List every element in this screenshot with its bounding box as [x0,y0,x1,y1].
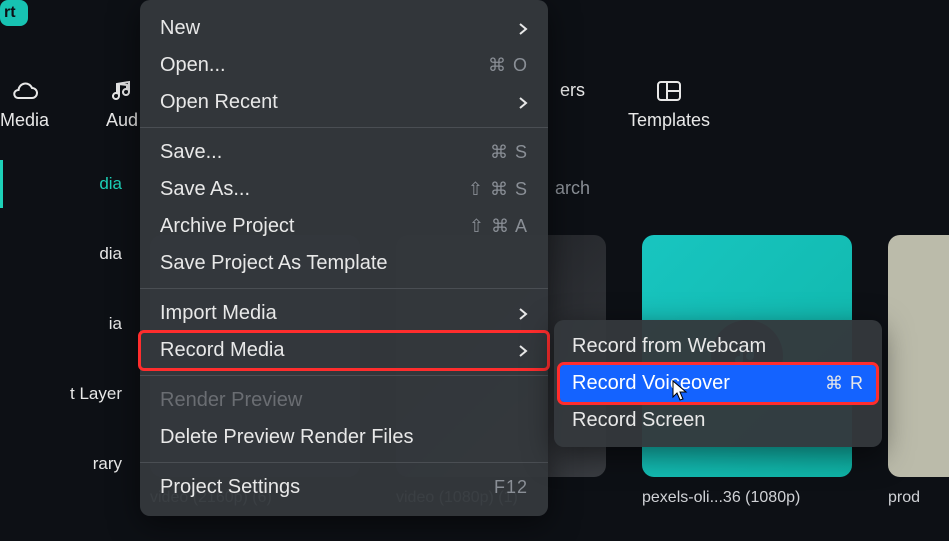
sidebar: dia dia ia t Layer rary [0,160,132,510]
music-note-icon [106,80,138,104]
menu-item-record-media[interactable]: Record Media [140,332,548,369]
menu-item-shortcut: ⌘ O [488,55,528,76]
menu-item-label: Render Preview [160,389,302,412]
menu-item-archive-project[interactable]: Archive Project ⇧ ⌘ A [140,208,548,245]
chevron-right-icon [518,22,528,36]
thumbnail-caption: prod [888,489,949,507]
menu-item-save-template[interactable]: Save Project As Template [140,245,548,282]
menu-item-delete-preview[interactable]: Delete Preview Render Files [140,419,548,456]
tab-stickers[interactable]: ers [560,80,585,101]
chevron-right-icon [518,96,528,110]
menu-item-render-preview: Render Preview [140,382,548,419]
tab-media[interactable]: Media [0,80,49,131]
menu-item-import-media[interactable]: Import Media [140,295,548,332]
menu-item-label: New [160,17,200,40]
menu-item-label: Delete Preview Render Files [160,426,413,449]
cursor-icon [672,380,690,407]
submenu-item-shortcut: ⌘ R [825,373,864,394]
sidebar-item-1[interactable]: dia [0,230,132,278]
submenu-item-label: Record from Webcam [572,335,766,358]
menu-separator [140,462,548,463]
sidebar-item-4[interactable]: rary [0,440,132,488]
media-thumb[interactable]: prod [888,235,949,507]
menu-item-shortcut: F12 [494,477,528,498]
menu-item-label: Record Media [160,339,285,362]
menu-item-label: Open... [160,54,226,77]
submenu-item-record-webcam[interactable]: Record from Webcam [554,328,882,365]
sidebar-item-2[interactable]: ia [0,300,132,348]
menu-item-label: Archive Project [160,215,295,238]
thumbnail-caption: pexels-oli...36 (1080p) [642,489,852,507]
cloud-icon [0,80,49,104]
menu-item-label: Save As... [160,178,250,201]
tab-audio[interactable]: Aud [106,80,138,131]
menu-item-shortcut: ⇧ ⌘ A [469,216,528,237]
chevron-right-icon [518,344,528,358]
menu-item-project-settings[interactable]: Project Settings F12 [140,469,548,506]
menu-item-open-recent[interactable]: Open Recent [140,84,548,121]
menu-separator [140,375,548,376]
menu-item-label: Save Project As Template [160,252,388,275]
sidebar-item-3[interactable]: t Layer [0,370,132,418]
menu-item-shortcut: ⇧ ⌘ S [468,179,528,200]
menu-item-save-as[interactable]: Save As... ⇧ ⌘ S [140,171,548,208]
export-button[interactable]: rt [0,0,28,26]
menu-item-label: Project Settings [160,476,300,499]
templates-icon [628,80,710,104]
menu-item-open[interactable]: Open... ⌘ O [140,47,548,84]
menu-separator [140,288,548,289]
tab-templates-label: Templates [628,110,710,131]
submenu-item-label: Record Voiceover [572,372,730,395]
menu-item-new[interactable]: New [140,10,548,47]
menu-item-save[interactable]: Save... ⌘ S [140,134,548,171]
submenu-item-record-screen[interactable]: Record Screen [554,402,882,439]
record-media-submenu: Record from Webcam Record Voiceover ⌘ R … [554,320,882,447]
thumbnail-image [888,235,949,477]
menu-item-label: Save... [160,141,222,164]
tab-media-label: Media [0,110,49,131]
chevron-right-icon [518,307,528,321]
submenu-item-record-voiceover[interactable]: Record Voiceover ⌘ R [560,365,876,402]
tab-stickers-label: ers [560,80,585,101]
submenu-item-label: Record Screen [572,409,705,432]
tab-templates[interactable]: Templates [628,80,710,131]
menu-separator [140,127,548,128]
search-input[interactable]: arch [555,178,590,199]
menu-item-label: Import Media [160,302,277,325]
sidebar-item-0[interactable]: dia [0,160,132,208]
menu-item-label: Open Recent [160,91,278,114]
file-menu: New Open... ⌘ O Open Recent Save... ⌘ S … [140,0,548,516]
tab-audio-label: Aud [106,110,138,131]
menu-item-shortcut: ⌘ S [490,142,528,163]
